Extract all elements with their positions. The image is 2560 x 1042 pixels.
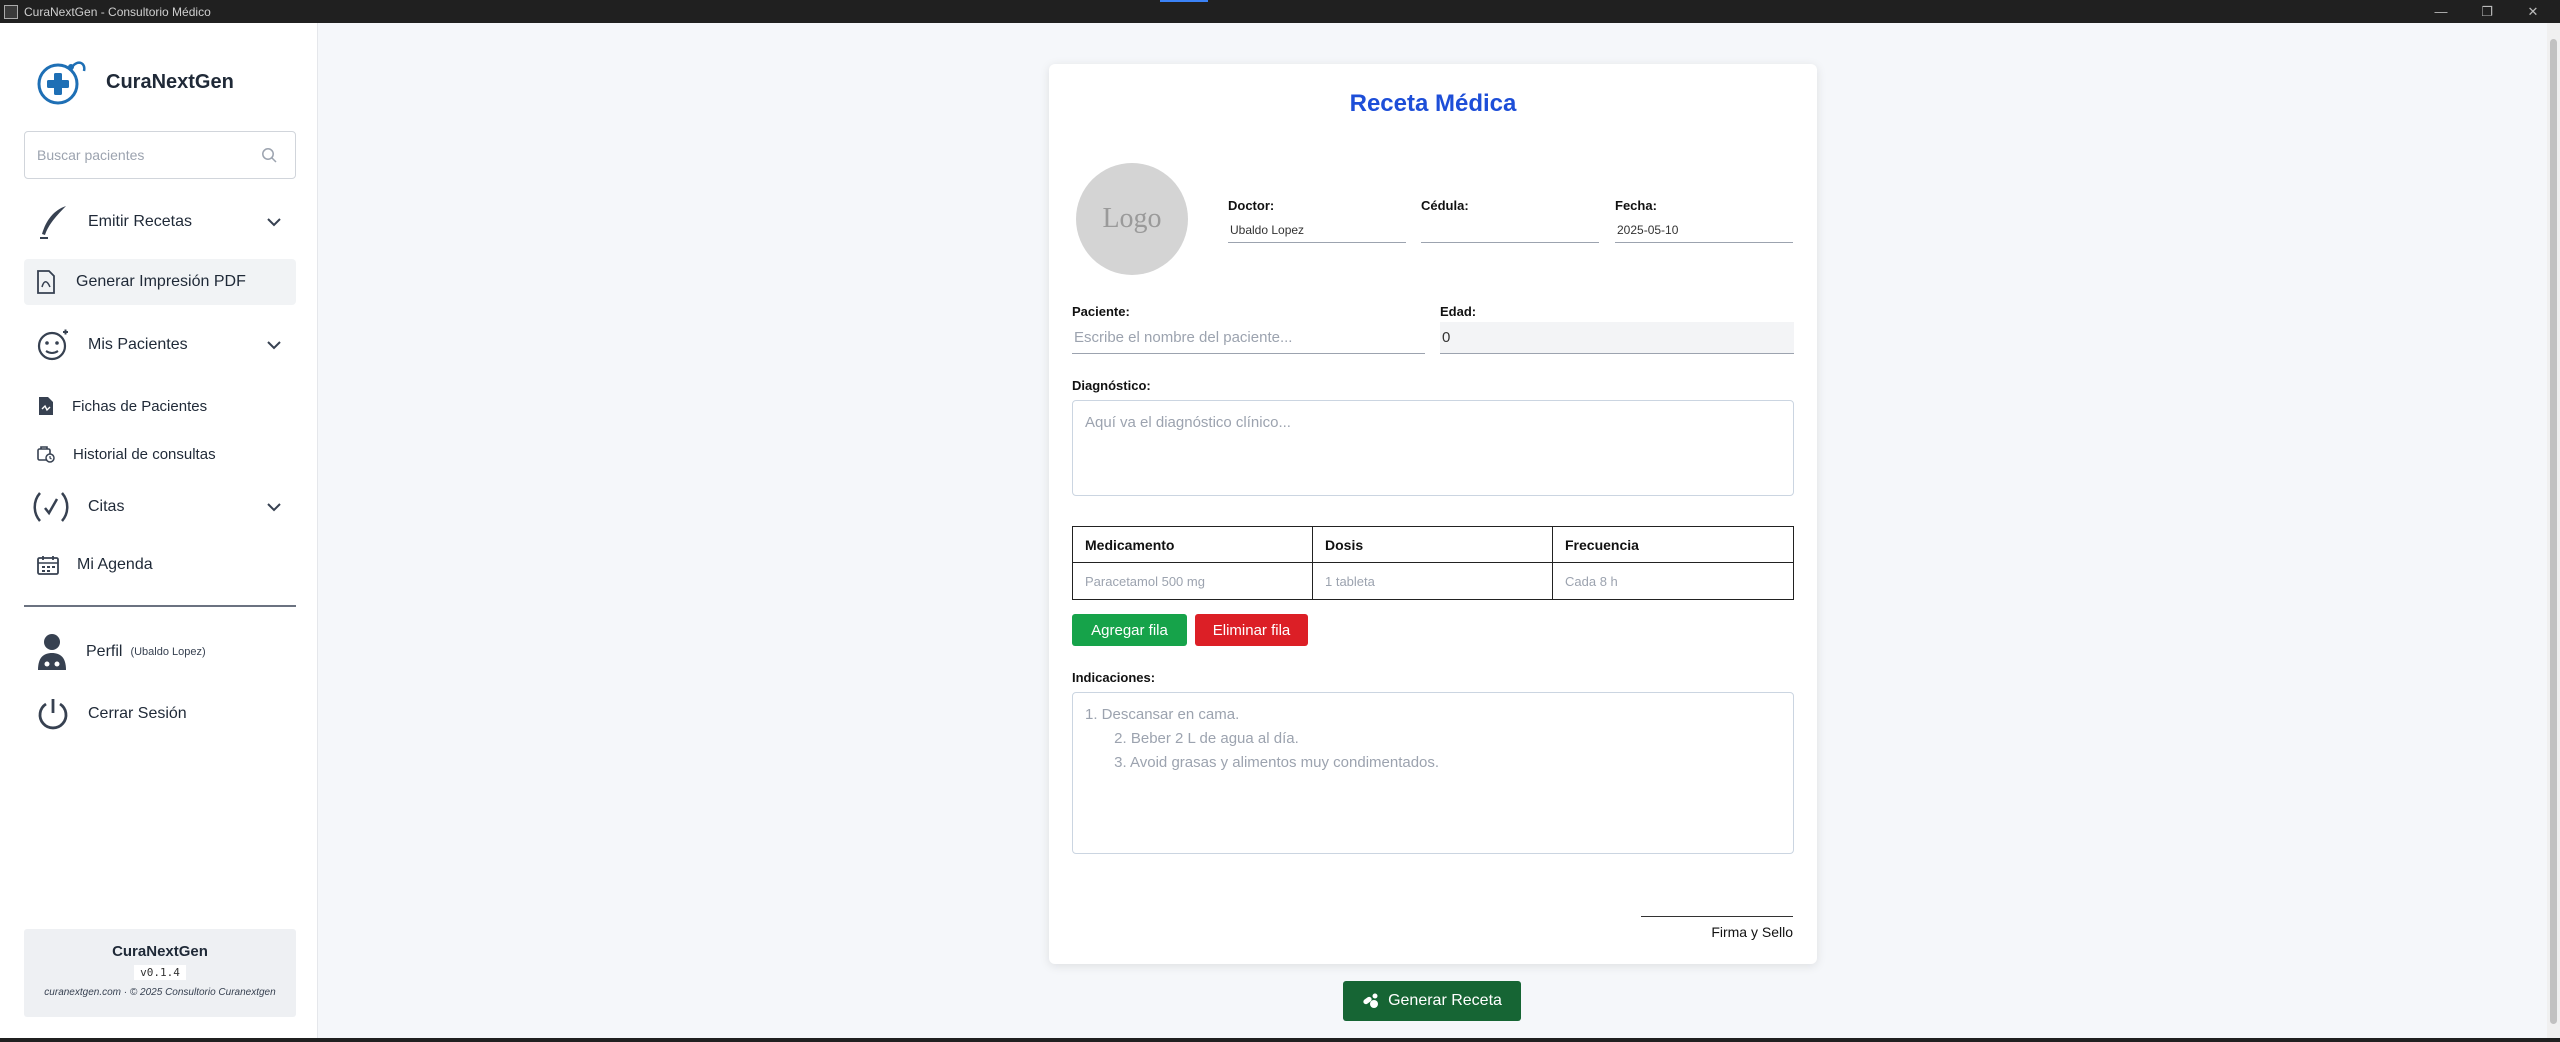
signature-line bbox=[1641, 916, 1793, 917]
nav-label: Historial de consultas bbox=[73, 445, 216, 463]
maximize-icon[interactable]: ❐ bbox=[2464, 0, 2510, 23]
doctor-field[interactable] bbox=[1228, 217, 1406, 243]
nav-label: Generar Impresión PDF bbox=[76, 273, 246, 290]
nav-mi-agenda[interactable]: Mi Agenda bbox=[24, 545, 296, 585]
dosis-input[interactable] bbox=[1325, 574, 1540, 589]
window-bottom-edge bbox=[0, 1038, 2560, 1042]
nav-label: Fichas de Pacientes bbox=[72, 397, 208, 415]
edad-field[interactable] bbox=[1440, 322, 1794, 354]
nav-label: Mis Pacientes bbox=[88, 336, 188, 353]
nav-emitir-recetas[interactable]: Emitir Recetas bbox=[24, 200, 296, 244]
footer-version: v0.1.4 bbox=[134, 965, 186, 980]
indicaciones-label: Indicaciones: bbox=[1072, 670, 1156, 685]
nav-label: Emitir Recetas bbox=[88, 213, 193, 230]
add-row-button[interactable]: Agregar fila bbox=[1072, 614, 1187, 646]
doctor-avatar-icon bbox=[38, 634, 66, 670]
footer-app-name: CuraNextGen bbox=[112, 943, 208, 960]
history-icon bbox=[37, 446, 55, 463]
brand[interactable]: CuraNextGen bbox=[34, 57, 234, 107]
table-cell bbox=[1312, 562, 1553, 600]
close-icon[interactable]: ✕ bbox=[2510, 0, 2556, 23]
cedula-label: Cédula: bbox=[1421, 198, 1469, 213]
table-header-row: Medicamento Dosis Frecuencia bbox=[1072, 526, 1794, 563]
page-title: Receta Médica bbox=[1349, 90, 1517, 117]
medications-table: Medicamento Dosis Frecuencia bbox=[1072, 526, 1794, 600]
quill-pen-icon bbox=[40, 206, 66, 239]
delete-row-button[interactable]: Eliminar fila bbox=[1195, 614, 1308, 646]
calendar-icon bbox=[37, 556, 59, 575]
window-title: CuraNextGen - Consultorio Médico bbox=[24, 4, 211, 19]
pdf-file-icon bbox=[37, 270, 55, 294]
column-header: Dosis bbox=[1312, 526, 1553, 563]
sidebar-footer: CuraNextGen v0.1.4 curanextgen.com · © 2… bbox=[24, 929, 296, 1017]
generate-prescription-button[interactable]: Generar Receta bbox=[1343, 981, 1521, 1021]
signature-label: Firma y Sello bbox=[1711, 924, 1793, 940]
table-cell bbox=[1072, 562, 1313, 600]
table-cell bbox=[1552, 562, 1794, 600]
profile-label: Perfil bbox=[86, 643, 123, 660]
paciente-field[interactable] bbox=[1072, 322, 1425, 354]
column-header: Medicamento bbox=[1072, 526, 1313, 563]
frecuencia-input[interactable] bbox=[1565, 574, 1781, 589]
stethoscope-logo-icon bbox=[37, 61, 86, 105]
nav-mis-pacientes[interactable]: Mis Pacientes bbox=[24, 323, 296, 367]
search-icon[interactable] bbox=[261, 147, 277, 163]
power-icon bbox=[38, 699, 68, 730]
nav-cerrar-sesion[interactable]: Cerrar Sesión bbox=[24, 693, 296, 735]
window-titlebar: CuraNextGen - Consultorio Médico — ❐ ✕ bbox=[0, 0, 2560, 23]
taskbar-accent bbox=[1160, 0, 1208, 2]
chevron-down-icon[interactable] bbox=[266, 217, 282, 227]
cedula-field[interactable] bbox=[1421, 217, 1599, 243]
profile-user: (Ubaldo Lopez) bbox=[130, 646, 206, 658]
column-header: Frecuencia bbox=[1552, 526, 1794, 563]
nav-generar-pdf[interactable]: Generar Impresión PDF bbox=[24, 259, 296, 305]
sidebar: CuraNextGen Emitir Recetas Generar Impre… bbox=[0, 23, 318, 1038]
minimize-icon[interactable]: — bbox=[2418, 0, 2464, 23]
clinic-logo: Logo bbox=[1076, 163, 1188, 275]
chevron-down-icon[interactable] bbox=[266, 340, 282, 350]
prescription-card: Receta Médica Logo Doctor: Cédula: Fecha… bbox=[1049, 64, 1817, 964]
patient-file-icon bbox=[39, 397, 53, 415]
brand-name: CuraNextGen bbox=[106, 70, 234, 93]
table-row bbox=[1072, 562, 1794, 600]
nav-historial-consultas[interactable]: Historial de consultas bbox=[24, 437, 296, 471]
patient-face-icon bbox=[37, 329, 68, 361]
fecha-label: Fecha: bbox=[1615, 198, 1657, 213]
indicaciones-textarea[interactable] bbox=[1072, 692, 1794, 854]
nav-label: Mi Agenda bbox=[77, 556, 153, 573]
edad-label: Edad: bbox=[1440, 304, 1477, 319]
diagnostico-textarea[interactable] bbox=[1072, 400, 1794, 496]
chevron-down-icon[interactable] bbox=[266, 502, 282, 512]
fecha-field[interactable] bbox=[1615, 217, 1793, 243]
patient-search[interactable] bbox=[24, 131, 296, 179]
doctor-label: Doctor: bbox=[1228, 198, 1275, 213]
footer-copyright: curanextgen.com · © 2025 Consultorio Cur… bbox=[44, 987, 276, 998]
generate-label: Generar Receta bbox=[1388, 992, 1502, 1009]
medicamento-input[interactable] bbox=[1085, 574, 1300, 589]
nav-citas[interactable]: Citas bbox=[24, 485, 296, 529]
search-input[interactable] bbox=[37, 147, 252, 163]
paciente-label: Paciente: bbox=[1072, 304, 1130, 319]
nav-perfil[interactable]: Perfil (Ubaldo Lopez) bbox=[24, 629, 296, 675]
nav-label: Citas bbox=[88, 498, 125, 515]
diagnostico-label: Diagnóstico: bbox=[1072, 378, 1151, 393]
app-icon bbox=[4, 4, 18, 19]
pills-icon bbox=[1363, 993, 1379, 1008]
scrollbar-thumb[interactable] bbox=[2550, 39, 2557, 1024]
appointments-icon bbox=[33, 492, 69, 522]
logout-label: Cerrar Sesión bbox=[88, 705, 187, 722]
sidebar-divider bbox=[24, 605, 296, 607]
nav-fichas-pacientes[interactable]: Fichas de Pacientes bbox=[24, 389, 296, 423]
page-scrollbar[interactable] bbox=[2547, 23, 2560, 1038]
